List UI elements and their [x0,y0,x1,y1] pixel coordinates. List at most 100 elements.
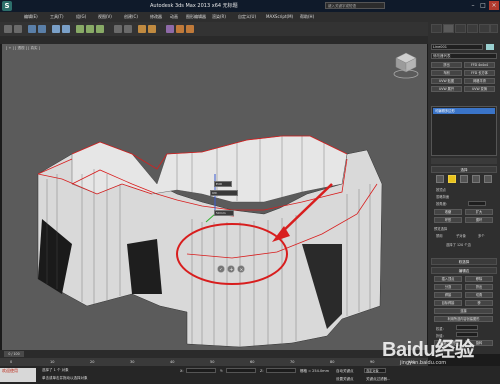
mod-ffdbox-button[interactable]: FFD 长方体 [464,70,495,76]
select-by-name-icon[interactable] [62,25,70,33]
preview-multi-radio[interactable]: 多个 [478,233,485,238]
unlink-icon[interactable] [38,25,46,33]
menu-help[interactable]: 帮助(H) [300,13,314,21]
target-weld-button[interactable]: 目标焊接 [434,300,462,306]
menu-edit[interactable]: 编辑(E) [24,13,38,21]
angle-field[interactable] [468,201,486,206]
vertex-mode-icon[interactable] [436,175,444,183]
rotate-icon[interactable] [86,25,94,33]
element-mode-icon[interactable] [484,175,492,183]
tab-modify[interactable] [443,24,454,33]
move-icon[interactable] [76,25,84,33]
caddy-field-2[interactable]: Uth [210,190,238,196]
redo-icon[interactable] [14,25,22,33]
render-icon[interactable] [186,25,194,33]
menu-maxscript[interactable]: MAXScript(M) [266,13,293,21]
select-link-icon[interactable] [28,25,36,33]
key-filters-button[interactable]: 关键点过滤器... [366,377,390,382]
snap-icon[interactable] [114,25,122,33]
tab-hierarchy[interactable] [455,24,466,33]
loop-button[interactable]: 循环 [465,217,493,223]
weight-field[interactable] [456,325,478,330]
modifier-stack[interactable]: 可编辑多边形 [431,106,497,156]
stack-item-editable-poly[interactable]: 可编辑多边形 [433,108,495,114]
y-coordinate-field[interactable] [226,368,256,373]
menu-views[interactable]: 视图(V) [98,13,112,21]
menu-modifiers[interactable]: 修改器 [150,13,162,21]
grow-button[interactable]: 扩大 [465,209,493,215]
menu-graph-editors[interactable]: 图形编辑器 [186,13,206,21]
preview-subobject-radio[interactable]: 子对象 [456,233,466,238]
caddy-value-field[interactable]: 50mm [214,210,234,216]
menu-animation[interactable]: 动画 [170,13,178,21]
setkey-button[interactable]: 设置关键点 [336,377,354,382]
mod-uvwxform-button[interactable]: UVW 变换 [464,86,495,92]
edit-edges-rollout[interactable]: 编辑边 [431,267,497,274]
x-coordinate-field[interactable] [186,368,216,373]
menu-rendering[interactable]: 渲染(R) [212,13,226,21]
select-object-icon[interactable] [52,25,60,33]
mod-uvwmap-button[interactable]: UVW 贴图 [431,78,462,84]
search-input[interactable]: 键入关键字或短语 [325,2,385,9]
viewcube-icon[interactable] [392,50,420,80]
render-setup-icon[interactable] [176,25,184,33]
ring-button[interactable]: 环形 [434,217,462,223]
close-button[interactable]: × [489,1,499,10]
soft-selection-rollout[interactable]: 软选择 [431,258,497,265]
perspective-viewport[interactable]: [ + ] [ 透视 ] [ 真实 ] ✓ + × Edit Uth 50mm [2,44,427,350]
border-mode-icon[interactable] [460,175,468,183]
object-name-field[interactable]: Line001 [431,44,483,50]
3dsmax-logo-icon[interactable]: S [2,1,12,11]
mod-lathe-button[interactable]: 车削 [431,70,462,76]
align-icon[interactable] [148,25,156,33]
modifier-list-dropdown[interactable]: 修改器列表 [431,53,497,59]
track-bar[interactable]: 0 10 20 30 40 50 60 70 80 90 100 [0,358,428,366]
ignore-backfacing-checkbox[interactable]: 忽略背面 [436,194,449,199]
undo-icon[interactable] [4,25,12,33]
tab-utilities[interactable] [490,24,498,33]
3d-model-view[interactable]: ✓ + × [2,44,427,350]
mod-unwrap-button[interactable]: UVW 展开 [431,86,462,92]
tab-create[interactable] [431,24,442,33]
maxscript-listener[interactable]: 欢迎使用 [0,368,36,382]
menu-create[interactable]: 创建(C) [124,13,138,21]
z-coordinate-field[interactable] [266,368,296,373]
time-slider-thumb[interactable]: 0 / 100 [4,351,24,357]
by-vertex-checkbox[interactable]: 按顶点 [436,187,446,192]
material-editor-icon[interactable] [166,25,174,33]
edge-mode-icon[interactable] [448,175,456,183]
polygon-mode-icon[interactable] [472,175,480,183]
menu-customize[interactable]: 自定义(U) [238,13,256,21]
y-label: Y: [220,369,223,373]
shrink-button[interactable]: 收缩 [434,209,462,215]
selected-dropdown[interactable]: 选定对象 [364,368,386,373]
object-color-swatch[interactable] [486,44,494,50]
angle-snap-icon[interactable] [124,25,132,33]
selection-rollout-header[interactable]: 选择 [431,166,497,173]
mod-extrude-button[interactable]: 挤出 [431,62,462,68]
remove-button[interactable]: 移除 [465,276,493,282]
split-button[interactable]: 分割 [434,284,462,290]
connect-button[interactable]: 连接 [434,308,493,314]
bridge-button[interactable]: 桥 [465,300,493,306]
menu-tools[interactable]: 工具(T) [50,13,64,21]
tab-display[interactable] [479,24,490,33]
maximize-button[interactable]: □ [478,1,488,10]
extrude-button[interactable]: 挤出 [465,284,493,290]
tab-motion[interactable] [467,24,478,33]
weld-button[interactable]: 焊接 [434,292,462,298]
menu-group[interactable]: 组(G) [76,13,86,21]
by-angle-checkbox[interactable]: 按角度: [436,201,447,206]
create-shape-button[interactable]: 利用所选内容创建图形 [434,316,493,322]
preview-off-radio[interactable]: 禁用 [436,233,443,238]
mod-meshsmooth-button[interactable]: 网格平滑 [464,78,495,84]
insert-vertex-button[interactable]: 插入顶点 [434,276,462,282]
mod-ffd444-button[interactable]: FFD 4x4x4 [464,62,495,68]
chamfer-button[interactable]: 切角 [465,292,493,298]
minimize-button[interactable]: – [468,1,478,10]
caddy-field-1[interactable]: Edit [214,181,232,187]
time-slider[interactable]: 0 / 100 [0,350,428,358]
scale-icon[interactable] [96,25,104,33]
mirror-icon[interactable] [138,25,146,33]
autokey-button[interactable]: 自动关键点 [336,369,354,374]
